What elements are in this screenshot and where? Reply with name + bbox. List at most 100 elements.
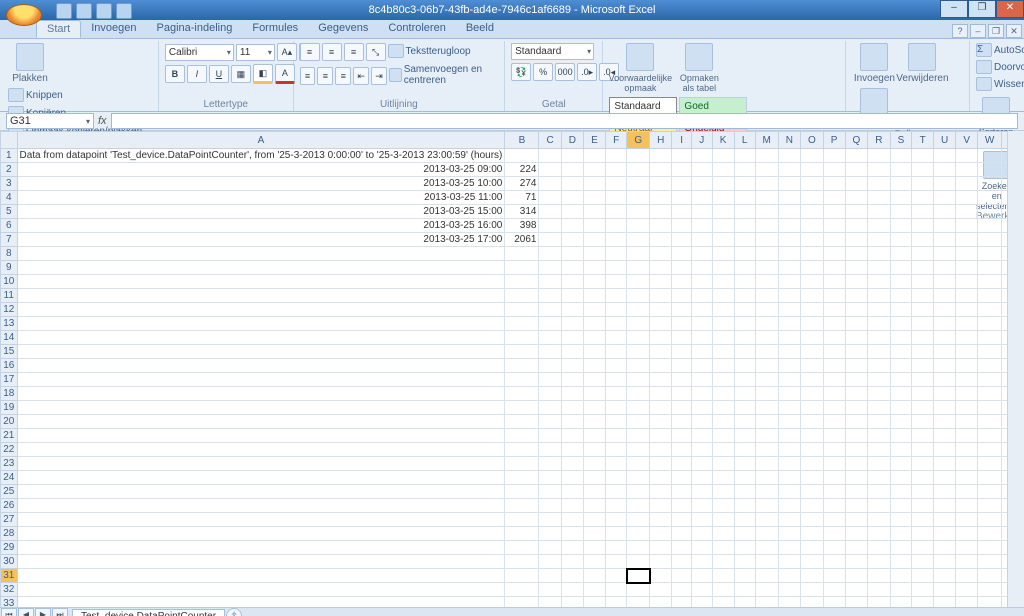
cell[interactable] bbox=[672, 219, 691, 233]
cell[interactable] bbox=[755, 261, 778, 275]
cell[interactable] bbox=[933, 233, 955, 247]
cell[interactable] bbox=[605, 597, 627, 608]
cell[interactable] bbox=[755, 373, 778, 387]
cell[interactable] bbox=[561, 233, 583, 247]
cell[interactable] bbox=[584, 345, 606, 359]
cell[interactable] bbox=[978, 289, 1002, 303]
cell[interactable] bbox=[505, 303, 539, 317]
cell[interactable] bbox=[561, 247, 583, 261]
cell[interactable] bbox=[868, 555, 890, 569]
row-header[interactable]: 30 bbox=[1, 555, 18, 569]
cell[interactable] bbox=[823, 387, 845, 401]
cell[interactable] bbox=[734, 303, 755, 317]
cell[interactable] bbox=[912, 303, 934, 317]
vertical-scrollbar[interactable] bbox=[1007, 131, 1024, 607]
cell[interactable] bbox=[801, 555, 824, 569]
cell[interactable] bbox=[561, 485, 583, 499]
cell[interactable] bbox=[672, 471, 691, 485]
cell[interactable] bbox=[734, 583, 755, 597]
cell[interactable] bbox=[539, 359, 561, 373]
cell[interactable] bbox=[755, 513, 778, 527]
cell[interactable] bbox=[755, 275, 778, 289]
cell[interactable] bbox=[912, 261, 934, 275]
cell[interactable] bbox=[801, 289, 824, 303]
cell[interactable] bbox=[801, 401, 824, 415]
col-header-N[interactable]: N bbox=[778, 132, 800, 149]
cell[interactable] bbox=[539, 261, 561, 275]
cell[interactable] bbox=[978, 513, 1002, 527]
cell[interactable] bbox=[912, 205, 934, 219]
col-header-K[interactable]: K bbox=[712, 132, 734, 149]
col-header-P[interactable]: P bbox=[823, 132, 845, 149]
cell[interactable] bbox=[734, 191, 755, 205]
cell[interactable] bbox=[978, 583, 1002, 597]
cell[interactable] bbox=[778, 289, 800, 303]
cell[interactable] bbox=[845, 303, 868, 317]
formula-input[interactable] bbox=[111, 113, 1018, 129]
cell[interactable] bbox=[823, 597, 845, 608]
cell[interactable] bbox=[956, 303, 978, 317]
cell[interactable] bbox=[712, 499, 734, 513]
cell[interactable] bbox=[801, 317, 824, 331]
cell[interactable] bbox=[712, 163, 734, 177]
cell[interactable] bbox=[868, 485, 890, 499]
cell[interactable] bbox=[933, 289, 955, 303]
spreadsheet-grid[interactable]: ABCDEFGHIJKLMNOPQRSTUVWX 1Data from data… bbox=[0, 131, 1024, 607]
cell[interactable] bbox=[539, 219, 561, 233]
wrap-text-button[interactable]: Tekstterugloop bbox=[388, 44, 471, 58]
cell[interactable] bbox=[933, 457, 955, 471]
cell[interactable] bbox=[890, 163, 912, 177]
cell[interactable] bbox=[650, 247, 672, 261]
cell[interactable] bbox=[584, 541, 606, 555]
cell[interactable] bbox=[672, 597, 691, 608]
cell[interactable] bbox=[845, 513, 868, 527]
cell[interactable] bbox=[650, 499, 672, 513]
cell[interactable] bbox=[17, 345, 505, 359]
cell[interactable] bbox=[912, 177, 934, 191]
cell[interactable] bbox=[956, 569, 978, 583]
cell[interactable] bbox=[933, 499, 955, 513]
cell[interactable] bbox=[956, 219, 978, 233]
cell[interactable] bbox=[605, 541, 627, 555]
cell[interactable] bbox=[539, 415, 561, 429]
cell[interactable] bbox=[672, 583, 691, 597]
cell[interactable] bbox=[823, 373, 845, 387]
cell[interactable] bbox=[734, 317, 755, 331]
cell[interactable] bbox=[691, 289, 712, 303]
cell[interactable] bbox=[978, 373, 1002, 387]
cell[interactable] bbox=[845, 485, 868, 499]
cell[interactable] bbox=[933, 191, 955, 205]
row-header[interactable]: 27 bbox=[1, 513, 18, 527]
cell[interactable] bbox=[890, 527, 912, 541]
close-button[interactable]: ✕ bbox=[996, 0, 1024, 18]
cell[interactable] bbox=[845, 415, 868, 429]
cell[interactable] bbox=[778, 261, 800, 275]
cell[interactable] bbox=[650, 527, 672, 541]
cell[interactable] bbox=[933, 345, 955, 359]
cell[interactable] bbox=[584, 317, 606, 331]
cell[interactable] bbox=[672, 317, 691, 331]
cell[interactable] bbox=[627, 219, 650, 233]
fill-color-button[interactable]: ◧ bbox=[253, 64, 273, 84]
cell[interactable] bbox=[584, 583, 606, 597]
cell[interactable] bbox=[912, 331, 934, 345]
cell[interactable] bbox=[912, 583, 934, 597]
cell[interactable] bbox=[734, 443, 755, 457]
cell[interactable] bbox=[584, 471, 606, 485]
cell[interactable] bbox=[712, 373, 734, 387]
cell[interactable] bbox=[505, 485, 539, 499]
cell[interactable] bbox=[539, 289, 561, 303]
cell[interactable] bbox=[584, 205, 606, 219]
cell[interactable] bbox=[539, 317, 561, 331]
cell[interactable] bbox=[650, 219, 672, 233]
cell[interactable] bbox=[823, 149, 845, 163]
cell[interactable] bbox=[539, 275, 561, 289]
cell[interactable] bbox=[823, 555, 845, 569]
cell[interactable] bbox=[801, 527, 824, 541]
cell[interactable] bbox=[890, 513, 912, 527]
cell[interactable] bbox=[17, 443, 505, 457]
cell[interactable] bbox=[823, 541, 845, 555]
cell[interactable] bbox=[539, 583, 561, 597]
cell[interactable] bbox=[868, 261, 890, 275]
cell[interactable] bbox=[584, 401, 606, 415]
